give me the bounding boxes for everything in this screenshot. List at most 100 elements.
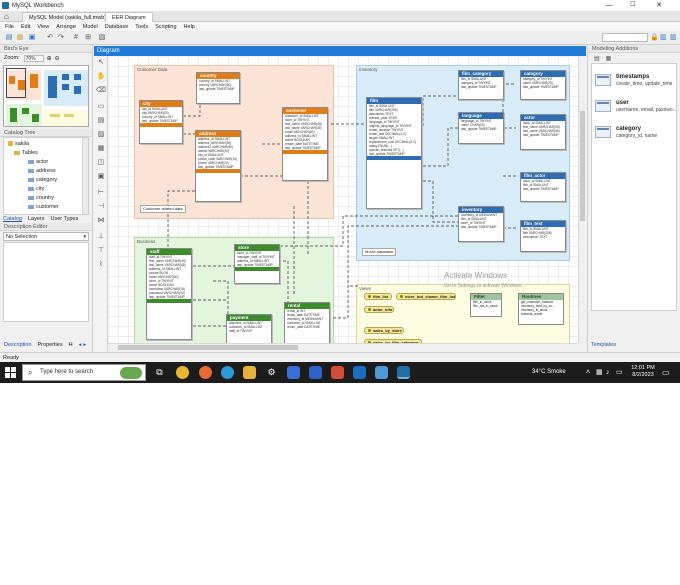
mysql-workbench-taskbar-icon[interactable] xyxy=(397,366,410,379)
scrollbar-thumb[interactable] xyxy=(580,111,585,221)
lock-icon[interactable]: 🔒 xyxy=(650,34,659,42)
menu-scripting[interactable]: Scripting xyxy=(155,24,176,30)
image-tool-icon[interactable]: ▨ xyxy=(96,130,106,140)
tab-layers[interactable]: Layers xyxy=(28,215,45,223)
photos-icon[interactable] xyxy=(375,366,388,379)
note-movie-database[interactable]: Movie database xyxy=(362,248,397,256)
entity-country[interactable]: country country_id SMALLINT country VARC… xyxy=(196,72,240,104)
settings-gear-icon[interactable]: ⚙ xyxy=(265,366,278,379)
tab-scroll-right-icon[interactable]: ▸ xyxy=(83,341,86,350)
view-tool-icon[interactable]: ◫ xyxy=(96,158,106,168)
zoom-in-icon[interactable]: ⊕ xyxy=(47,55,52,62)
vpn-app-icon[interactable] xyxy=(353,366,366,379)
edge-icon[interactable] xyxy=(221,366,234,379)
zoom-out-icon[interactable]: ⊖ xyxy=(55,55,60,62)
description-textarea[interactable] xyxy=(3,242,89,322)
home-icon[interactable]: ⌂ xyxy=(4,13,13,21)
chrome-icon[interactable] xyxy=(176,366,189,379)
entity-film-actor[interactable]: film_actor actor_id SMALLINT film_id SMA… xyxy=(520,172,566,202)
relation-n-m-icon[interactable]: ⋈ xyxy=(96,216,106,226)
toolbar-search-input[interactable] xyxy=(602,33,648,42)
menu-edit[interactable]: Edit xyxy=(21,24,30,30)
entity-customer[interactable]: customer customer_id SMALLINT store_id T… xyxy=(282,107,328,181)
note-tool-icon[interactable]: ▤ xyxy=(96,116,106,126)
entity-film-text[interactable]: film_text film_id SMALLINT title VARCHAR… xyxy=(520,220,566,252)
undo-icon[interactable]: ↶ xyxy=(46,34,54,42)
entity-payment[interactable]: payment payment_id SMALLINT customer_id … xyxy=(226,314,272,343)
entity-store[interactable]: store store_id TINYINT manager_staff_id … xyxy=(234,244,280,284)
hand-tool-icon[interactable]: ✋ xyxy=(96,72,106,82)
tree-table-city[interactable]: city xyxy=(28,186,44,192)
template-user[interactable]: user username, email, passwo... xyxy=(595,96,680,118)
tree-table-address[interactable]: address xyxy=(28,168,56,174)
open-model-icon[interactable]: ▦ xyxy=(16,34,24,42)
tab-history[interactable]: H xyxy=(69,341,73,350)
menu-view[interactable]: View xyxy=(37,24,49,30)
relation-existing-icon[interactable]: ⌇ xyxy=(96,260,106,270)
tree-scrollbar[interactable] xyxy=(82,138,88,214)
firefox-icon[interactable] xyxy=(199,366,212,379)
entity-city[interactable]: city city_id SMALLINT city VARCHAR(50) c… xyxy=(139,100,183,144)
tab-user-types[interactable]: User Types xyxy=(50,215,78,223)
weather-status[interactable]: 34°C Smoke xyxy=(532,362,584,383)
file-explorer-icon[interactable] xyxy=(243,366,256,379)
tab-templates[interactable]: Templates xyxy=(591,342,616,348)
entity-address[interactable]: address address_id SMALLINT address VARC… xyxy=(195,130,241,202)
align-grid-icon[interactable]: ⊞ xyxy=(84,34,92,42)
view-actor-info[interactable]: actor_info xyxy=(364,306,394,313)
description-object-select[interactable]: No Selection ▾ xyxy=(3,232,89,241)
menu-help[interactable]: Help xyxy=(184,24,195,30)
entity-film-category[interactable]: film_category film_id SMALLINT category_… xyxy=(458,70,504,100)
maximize-button[interactable]: ☐ xyxy=(622,0,644,11)
entity-category[interactable]: category category_id TINYINT name VARCHA… xyxy=(520,70,566,100)
relation-1-n-id-icon[interactable]: ⊤ xyxy=(96,246,106,256)
entity-inventory[interactable]: inventory inventory_id MEDIUMINT film_id… xyxy=(458,206,504,242)
outlook-icon[interactable] xyxy=(309,366,322,379)
tree-table-category[interactable]: category xyxy=(28,177,57,183)
relation-1-1-id-icon[interactable]: ⊥ xyxy=(96,232,106,242)
entity-staff[interactable]: staff staff_id TINYINT first_name VARCHA… xyxy=(146,248,192,340)
edit-template-icon[interactable]: ▦ xyxy=(606,55,612,62)
eraser-tool-icon[interactable]: ⌫ xyxy=(96,86,106,96)
new-diagram-icon[interactable]: ▧ xyxy=(98,34,106,42)
tree-tables-folder[interactable]: Tables xyxy=(14,150,38,156)
add-template-icon[interactable]: ▤ xyxy=(594,55,600,62)
canvas-horizontal-scrollbar[interactable] xyxy=(108,343,578,351)
note-customer-data[interactable]: Customer related data xyxy=(140,205,186,213)
menu-arrange[interactable]: Arrange xyxy=(56,24,76,30)
panel-toggle-right-icon[interactable]: ▥ xyxy=(670,34,678,42)
pointer-tool-icon[interactable]: ↖ xyxy=(96,58,106,68)
routine-group-routines[interactable]: Routines get_customer_balance inventory_… xyxy=(518,293,564,325)
canvas-vertical-scrollbar[interactable] xyxy=(578,56,586,343)
tab-properties[interactable]: Properties xyxy=(38,341,63,350)
tree-table-customer[interactable]: customer xyxy=(28,204,59,210)
volume-icon[interactable]: ♪ xyxy=(606,362,610,383)
diagram-canvas[interactable]: Customer Data Inventory Business Views C… xyxy=(108,56,578,343)
routine-group-filter[interactable]: Filter film_in_stock film_not_in_stock xyxy=(470,293,502,317)
panel-toggle-left-icon[interactable]: ▥ xyxy=(660,34,668,42)
template-timestamps[interactable]: timestamps create_time, update_time xyxy=(595,70,680,92)
windows-start-icon[interactable] xyxy=(5,367,16,378)
entity-film[interactable]: film film_id SMALLINT title VARCHAR(255)… xyxy=(366,97,422,209)
view-sales-by-store[interactable]: sales_by_store xyxy=(364,327,404,334)
menu-model[interactable]: Model xyxy=(83,24,98,30)
tab-eer-diagram[interactable]: EER Diagram xyxy=(105,12,153,22)
layer-tool-icon[interactable]: ▭ xyxy=(96,102,106,112)
network-icon[interactable]: ▦ xyxy=(596,362,603,383)
tree-table-country[interactable]: country xyxy=(28,195,54,201)
entity-rental[interactable]: rental rental_id INT rental_date DATETIM… xyxy=(284,302,330,343)
weather-widget-icon[interactable] xyxy=(120,367,142,379)
new-model-icon[interactable]: ▤ xyxy=(5,34,13,42)
view-film-list[interactable]: film_list xyxy=(364,293,392,300)
media-app-icon[interactable] xyxy=(331,366,344,379)
tab-description[interactable]: Description xyxy=(4,341,32,350)
table-tool-icon[interactable]: ▦ xyxy=(96,144,106,154)
entity-language[interactable]: language language_id TINYINT name CHAR(2… xyxy=(458,112,504,144)
zoom-value-select[interactable]: 70% xyxy=(23,54,44,62)
close-button[interactable]: ✕ xyxy=(648,0,670,11)
viewport-frame[interactable] xyxy=(6,68,26,98)
template-category[interactable]: category category_id, name xyxy=(595,122,680,144)
tray-chevron-up-icon[interactable]: ˄ xyxy=(586,362,590,383)
birds-eye-preview[interactable] xyxy=(3,65,89,127)
task-view-icon[interactable]: ⧉ xyxy=(153,366,166,379)
